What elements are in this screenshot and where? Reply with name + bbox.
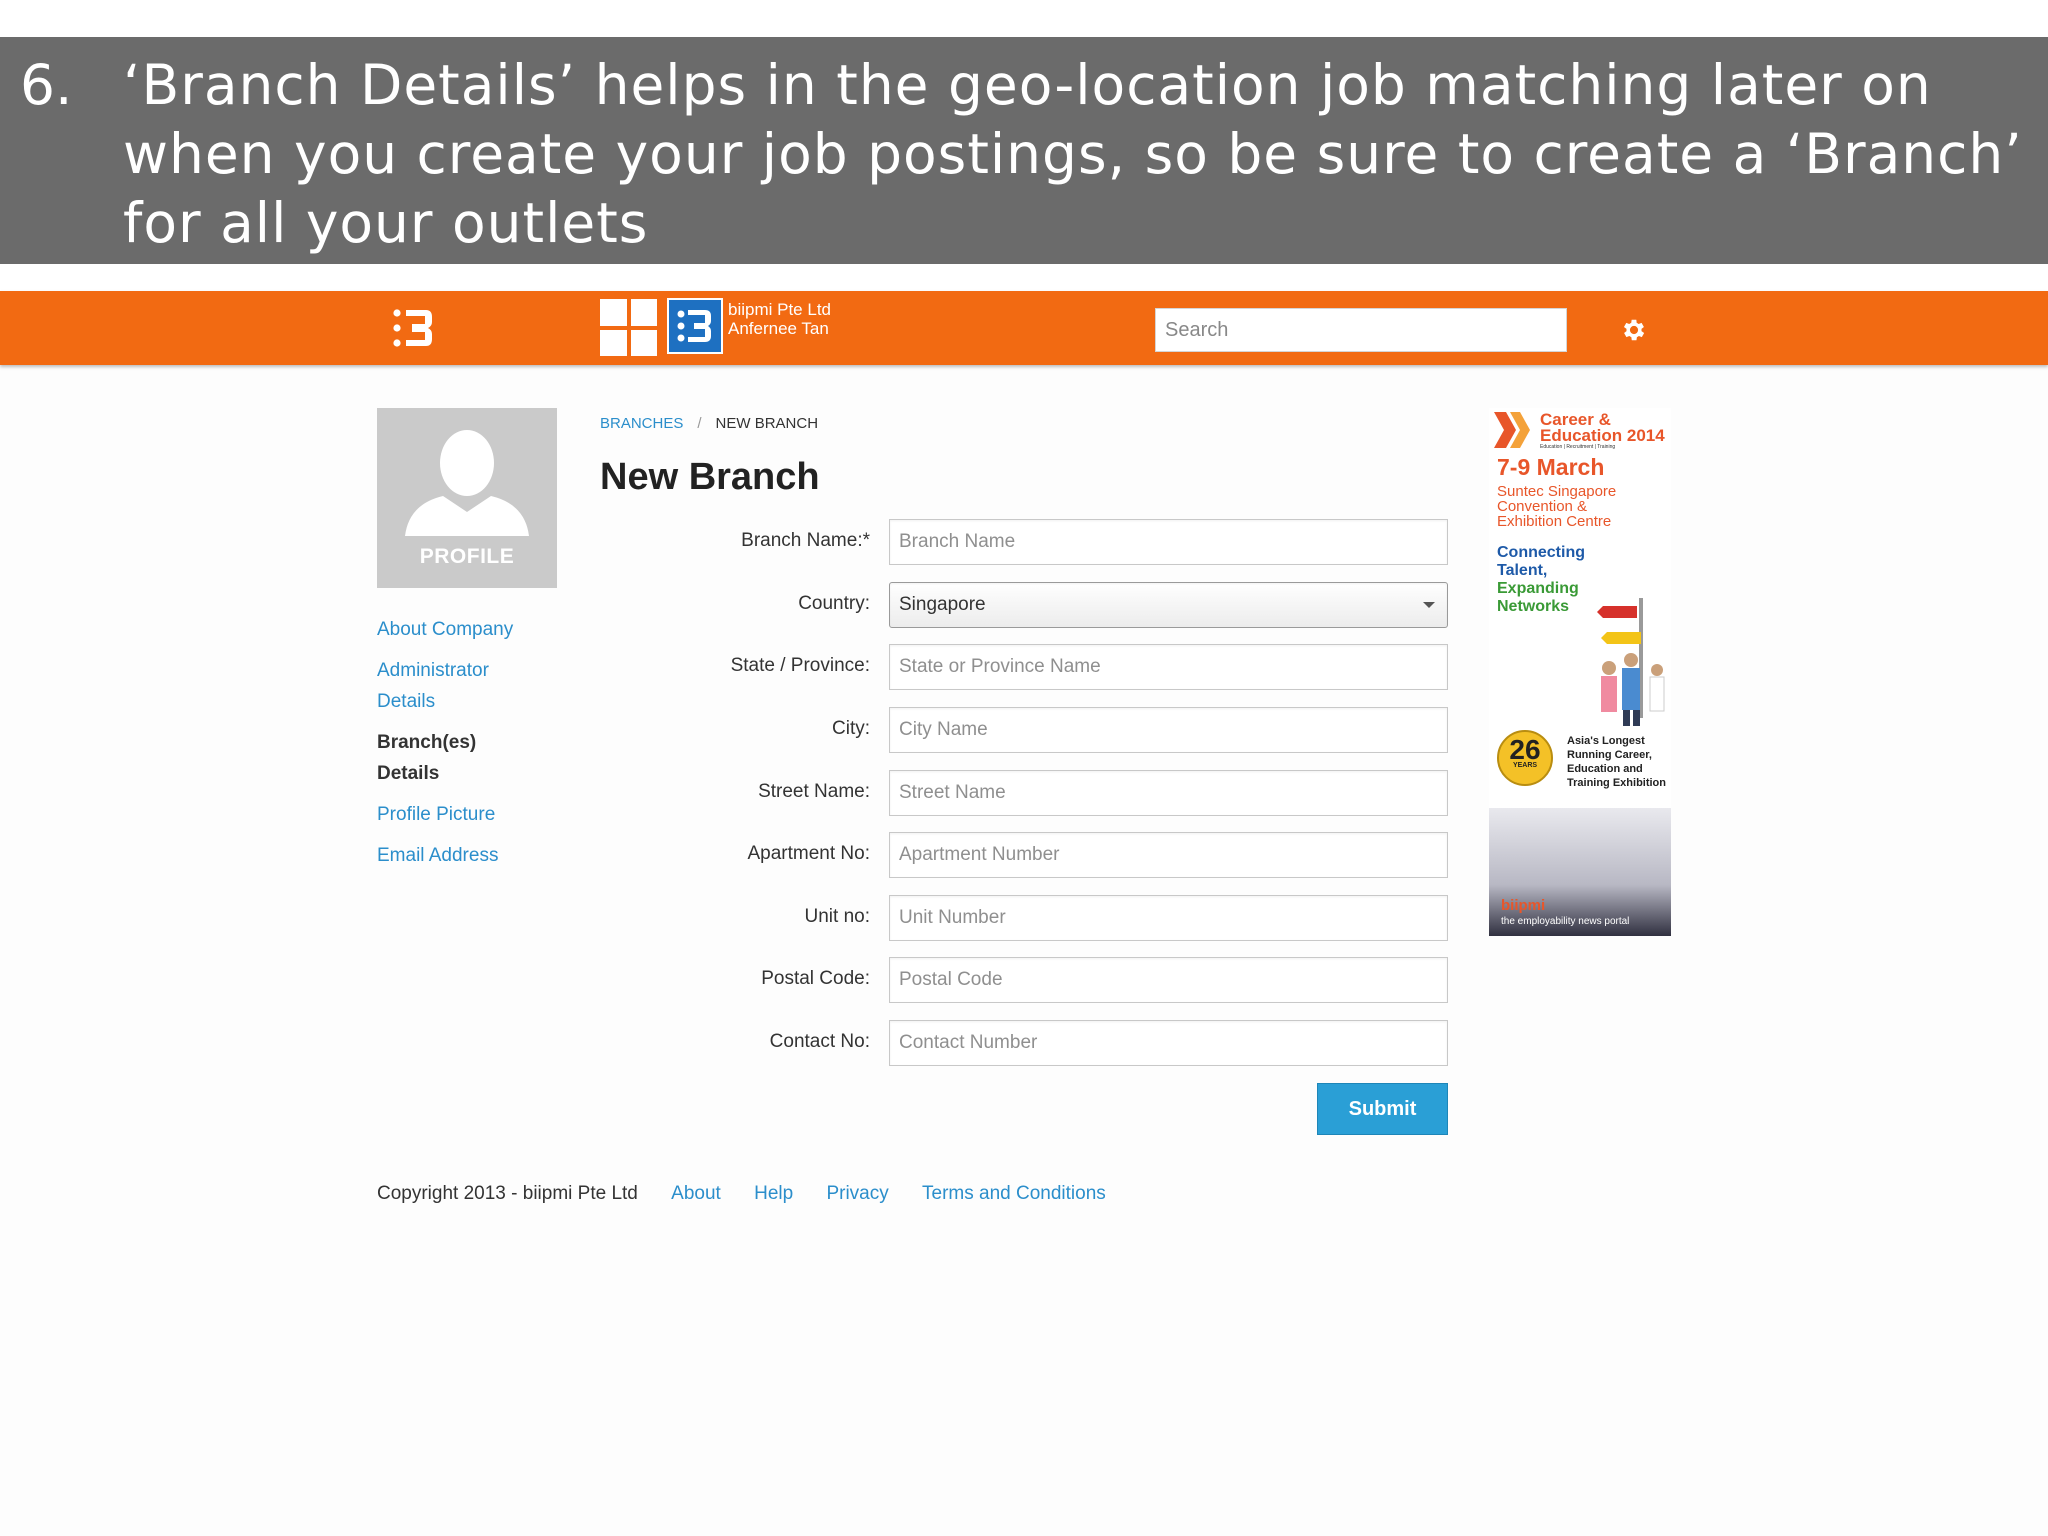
contact-input[interactable] [889, 1020, 1448, 1066]
company-name: biipmi Pte Ltd [728, 300, 831, 319]
footer-link-help[interactable]: Help [754, 1183, 793, 1204]
event-logo-icon [1494, 412, 1530, 448]
city-row: City: [600, 707, 1448, 753]
footer-link-about[interactable]: About [671, 1183, 721, 1204]
apps-grid-icon[interactable] [600, 299, 657, 356]
user-name: Anfernee Tan [728, 319, 829, 338]
branch-name-row: Branch Name:* [600, 519, 1448, 565]
profile-label: PROFILE [419, 545, 515, 568]
breadcrumb-branches[interactable]: BRANCHES [600, 415, 683, 432]
top-navbar: biipmi Pte Ltd Anfernee Tan [0, 291, 2048, 365]
street-row: Street Name: [600, 770, 1448, 816]
copyright-text: Copyright 2013 - biipmi Pte Ltd [377, 1183, 638, 1204]
ad-longest-text: Asia's Longest Running Career, Education… [1567, 735, 1666, 789]
sidebar-item-profile-picture[interactable]: Profile Picture [377, 799, 537, 830]
postal-row: Postal Code: [600, 957, 1448, 1003]
page-title: New Branch [600, 456, 820, 498]
postal-input[interactable] [889, 957, 1448, 1003]
app-window: biipmi Pte Ltd Anfernee Tan PROFILE Abou… [0, 291, 2048, 1536]
city-input[interactable] [889, 707, 1448, 753]
country-row: Country: Singapore [600, 582, 1448, 628]
unit-input[interactable] [889, 895, 1448, 941]
account-info[interactable]: biipmi Pte Ltd Anfernee Tan [728, 300, 831, 338]
state-label: State / Province: [730, 655, 870, 676]
profile-picture[interactable]: PROFILE [377, 408, 557, 588]
biipmi-logo-icon[interactable] [392, 305, 436, 351]
street-input[interactable] [889, 770, 1448, 816]
ad-brand: biipmi [1501, 897, 1546, 914]
advertisement-banner[interactable]: Career & Education 2014 Education | Recr… [1489, 408, 1671, 936]
city-label: City: [832, 718, 870, 739]
people-illustration [1597, 598, 1665, 726]
anniversary-badge: 26 YEARS [1497, 730, 1553, 786]
sidebar-item-email-address[interactable]: Email Address [377, 840, 537, 871]
breadcrumb-separator: / [697, 415, 702, 432]
company-logo-icon[interactable] [667, 298, 723, 354]
country-select[interactable]: Singapore [889, 582, 1448, 628]
ad-date: 7-9 March [1497, 454, 1605, 480]
ad-subtitle: Education | Recruitment | Training [1540, 444, 1616, 450]
footer-link-terms[interactable]: Terms and Conditions [922, 1183, 1106, 1204]
state-input[interactable] [889, 644, 1448, 690]
branch-name-label: Branch Name:* [741, 530, 870, 551]
contact-label: Contact No: [769, 1031, 870, 1052]
unit-row: Unit no: [600, 895, 1448, 941]
sidebar-item-branch-details[interactable]: Branch(es) Details [377, 727, 537, 789]
chevron-down-icon [1423, 602, 1435, 608]
slide-step-number: 6. [20, 53, 73, 117]
ad-brand-tagline: the employability news portal [1501, 916, 1630, 927]
gear-icon[interactable] [1620, 316, 1648, 344]
sidebar-nav: About Company Administrator Details Bran… [377, 614, 537, 881]
submit-button[interactable]: Submit [1317, 1083, 1448, 1135]
sidebar-item-administrator-details[interactable]: Administrator Details [377, 655, 537, 717]
slide-instruction-text: ‘Branch Details’ helps in the geo-locati… [123, 53, 2023, 255]
apartment-row: Apartment No: [600, 832, 1448, 878]
breadcrumb-current: NEW BRANCH [715, 415, 819, 432]
contact-row: Contact No: [600, 1020, 1448, 1066]
state-row: State / Province: [600, 644, 1448, 690]
search-input[interactable] [1155, 308, 1567, 352]
breadcrumb: BRANCHES / NEW BRANCH [600, 415, 818, 432]
ad-title: Career & Education 2014 [1540, 410, 1665, 445]
ad-tagline: Connecting Talent, Expanding Networks [1497, 544, 1585, 615]
apartment-label: Apartment No: [747, 843, 871, 864]
branch-name-input[interactable] [889, 519, 1448, 565]
country-label: Country: [798, 593, 870, 614]
footer: Copyright 2013 - biipmi Pte Ltd About He… [377, 1183, 1106, 1205]
ad-venue: Suntec Singapore Convention & Exhibition… [1497, 483, 1617, 530]
sidebar-item-about-company[interactable]: About Company [377, 614, 537, 645]
footer-link-privacy[interactable]: Privacy [826, 1183, 888, 1204]
slide-banner: 6. ‘Branch Details’ helps in the geo-loc… [0, 37, 2048, 264]
apartment-input[interactable] [889, 832, 1448, 878]
street-label: Street Name: [758, 781, 870, 802]
unit-label: Unit no: [804, 906, 870, 927]
postal-label: Postal Code: [761, 968, 870, 989]
country-selected-value: Singapore [899, 594, 986, 615]
